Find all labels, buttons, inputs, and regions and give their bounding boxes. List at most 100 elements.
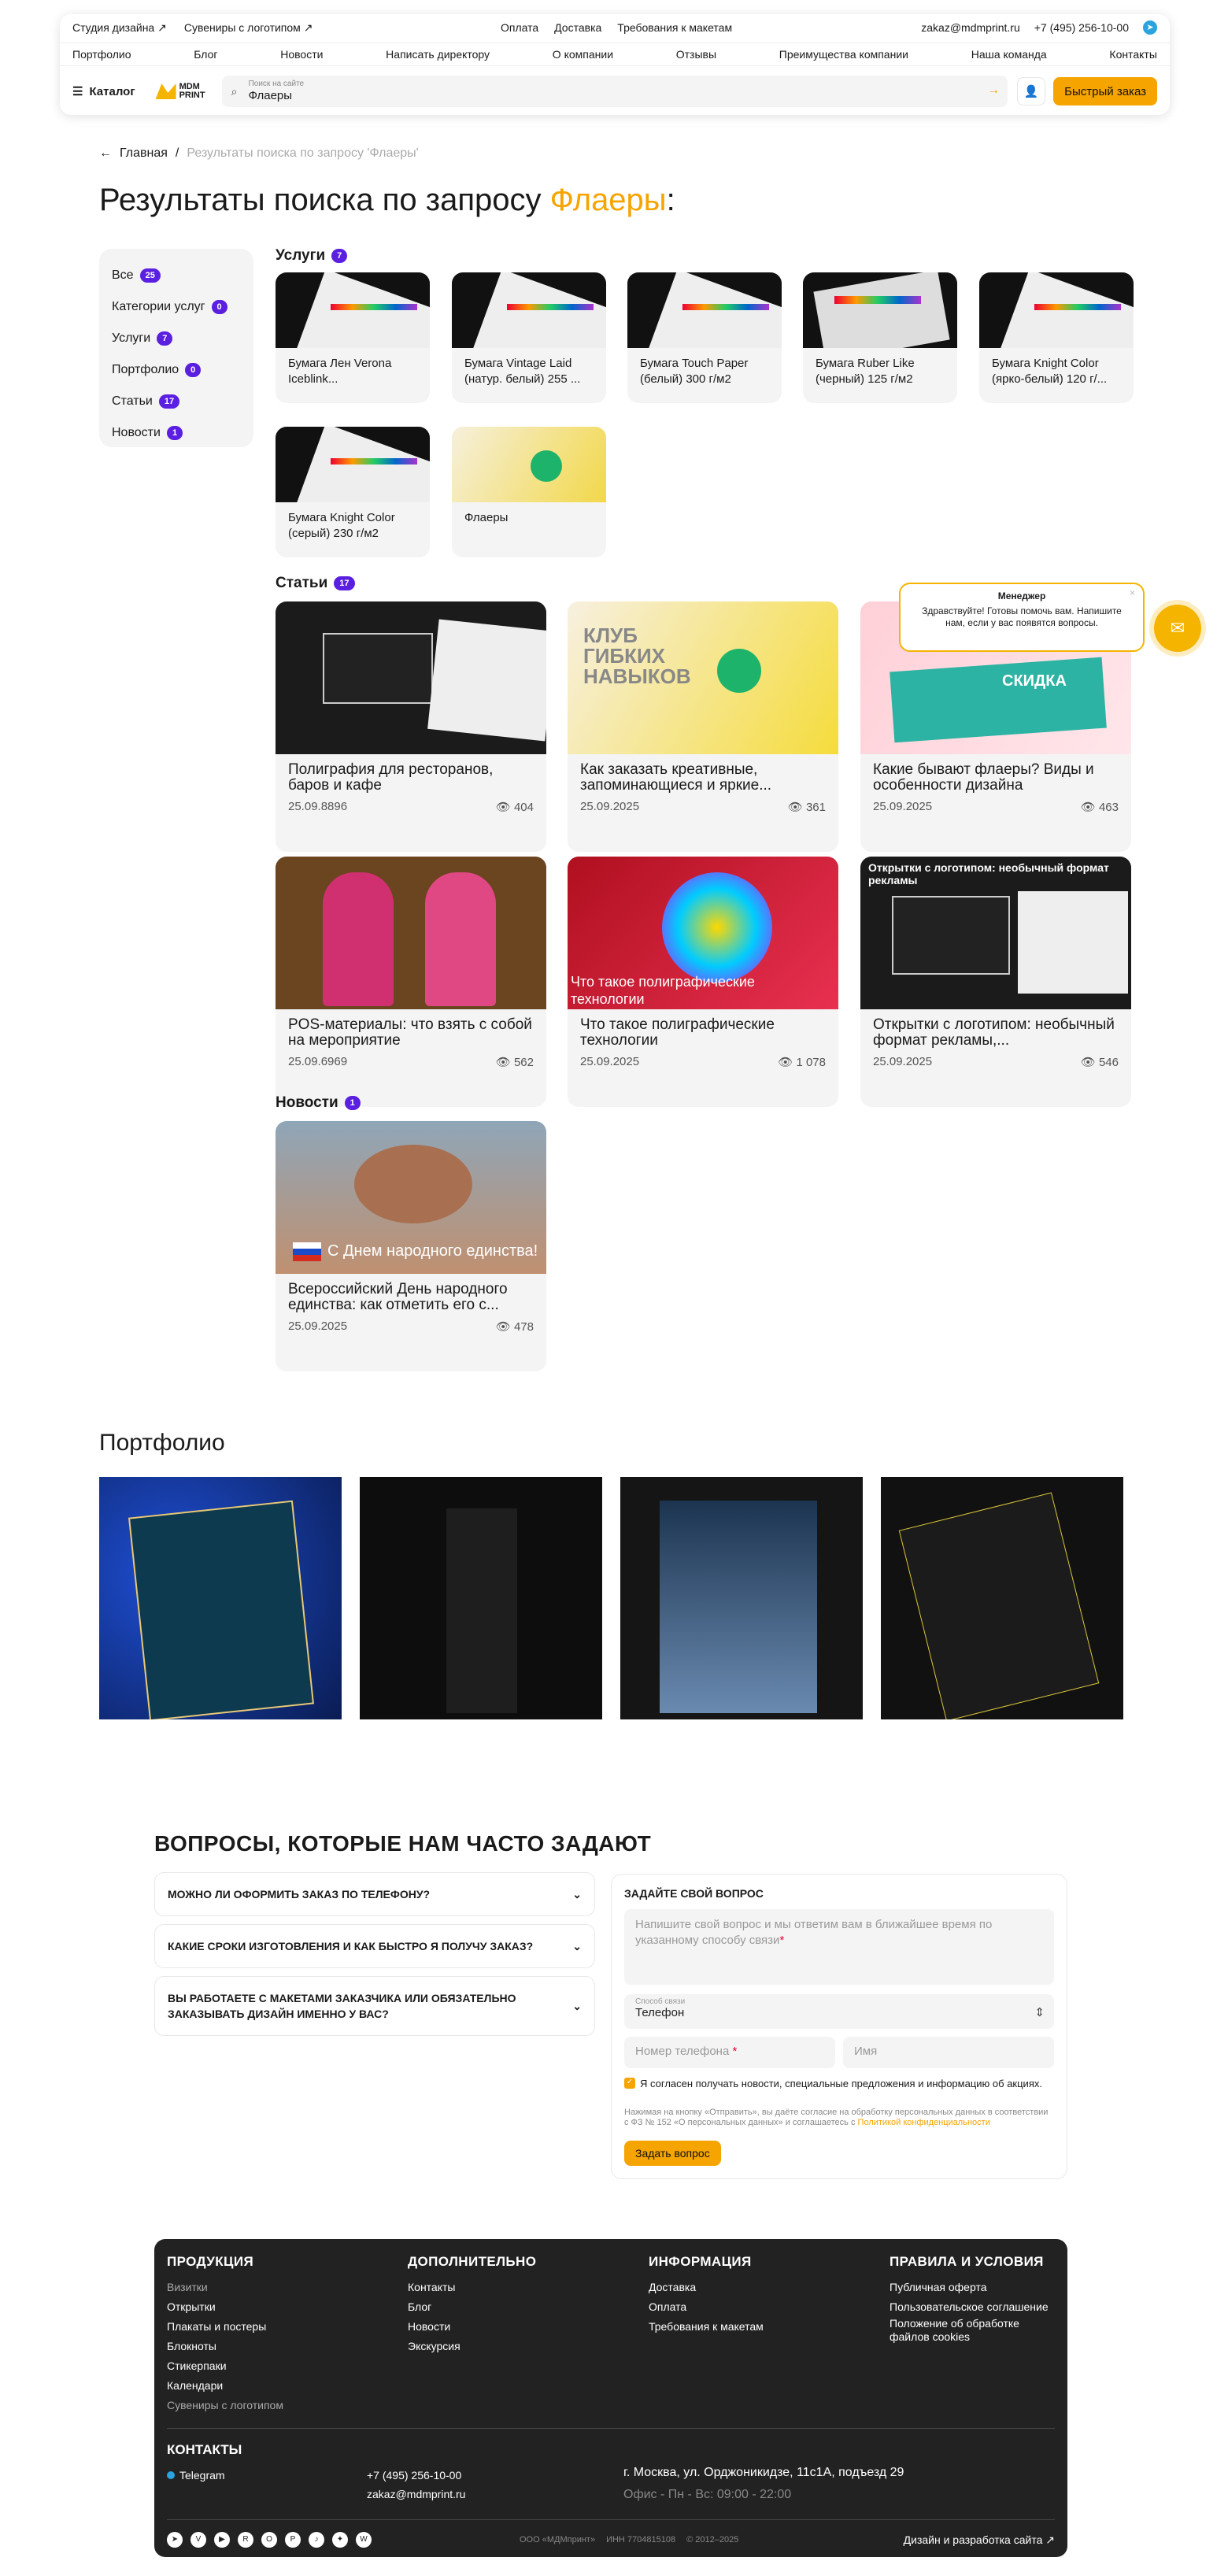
article-card[interactable]: КЛУБ ГИБКИХ НАВЫКОВ Как заказать креатив… bbox=[568, 601, 838, 852]
footer-link[interactable]: Стикерпаки bbox=[167, 2356, 283, 2376]
ok-icon[interactable]: O bbox=[261, 2532, 277, 2548]
article-views: 404 bbox=[513, 801, 534, 814]
service-card[interactable]: Бумага Knight Color (ярко-белый) 120 г/.… bbox=[979, 272, 1134, 403]
nav-advantages[interactable]: Преимущества компании bbox=[779, 48, 908, 61]
service-card[interactable]: Бумага Touch Paper (белый) 300 г/м2 bbox=[627, 272, 782, 403]
youtube-icon[interactable]: ▶ bbox=[214, 2532, 230, 2548]
service-card[interactable]: Бумага Vintage Laid (натур. белый) 255 .… bbox=[452, 272, 606, 403]
nav-blog[interactable]: Блог bbox=[194, 48, 217, 61]
nav-reviews[interactable]: Отзывы bbox=[676, 48, 716, 61]
telegram-icon[interactable]: ➤ bbox=[1143, 20, 1157, 35]
footer-link[interactable]: Сувениры с логотипом bbox=[167, 2396, 283, 2415]
quick-order-button[interactable]: Быстрый заказ bbox=[1053, 77, 1157, 105]
question-textarea[interactable]: Напишите свой вопрос и мы ответим вам в … bbox=[624, 1909, 1054, 1985]
footer-telegram[interactable]: Telegram bbox=[167, 2469, 225, 2482]
count-badge: 25 bbox=[139, 268, 161, 283]
service-card[interactable]: Бумага Knight Color (серый) 230 г/м2 bbox=[276, 427, 430, 557]
user-icon[interactable]: 👤 bbox=[1017, 77, 1046, 105]
nav-about[interactable]: О компании bbox=[553, 48, 613, 61]
service-card[interactable]: Бумага Лен Verona Iceblink... bbox=[276, 272, 430, 403]
faq-item[interactable]: МОЖНО ЛИ ОФОРМИТЬ ЗАКАЗ ПО ТЕЛЕФОНУ? ⌄ bbox=[154, 1872, 595, 1916]
header-phone[interactable]: +7 (495) 256-10-00 bbox=[1034, 21, 1129, 34]
pinterest-icon[interactable]: P bbox=[285, 2532, 301, 2548]
chat-icon[interactable]: ✉ bbox=[1154, 605, 1201, 652]
arrow-left-icon[interactable]: ← bbox=[99, 146, 112, 161]
footer-link[interactable]: Открытки bbox=[167, 2297, 283, 2317]
dzen-icon[interactable]: ✦ bbox=[332, 2532, 348, 2548]
contact-method-select[interactable]: Способ связи Телефон ⇕ bbox=[624, 1994, 1054, 2029]
nav-portfolio[interactable]: Портфолио bbox=[72, 48, 131, 61]
submit-button[interactable]: Задать вопрос bbox=[624, 2141, 721, 2166]
footer-link[interactable]: Новости bbox=[408, 2317, 536, 2337]
close-icon[interactable]: × bbox=[1130, 587, 1135, 599]
article-card[interactable]: Что такое полиграфические технологии Что… bbox=[568, 857, 838, 1107]
filter-services[interactable]: Услуги 7 bbox=[112, 323, 241, 354]
filter-all[interactable]: Все 25 bbox=[112, 260, 241, 291]
rutube-icon[interactable]: R bbox=[238, 2532, 253, 2548]
footer-link[interactable]: Календари bbox=[167, 2376, 283, 2396]
catalog-label: Каталог bbox=[89, 84, 135, 98]
tiktok-icon[interactable]: ♪ bbox=[309, 2532, 324, 2548]
portfolio-item[interactable] bbox=[881, 1477, 1123, 1719]
footer-link[interactable]: Доставка bbox=[649, 2278, 764, 2297]
logo[interactable]: MDM PRINT bbox=[155, 83, 206, 100]
privacy-link[interactable]: Политикой конфиденциальности bbox=[858, 2118, 990, 2127]
footer-link[interactable]: Плакаты и постеры bbox=[167, 2317, 283, 2337]
design-studio-link[interactable]: Студия дизайна ↗ bbox=[72, 21, 167, 35]
footer-link[interactable]: Пользовательское соглашение bbox=[890, 2297, 1055, 2317]
article-card[interactable]: Полиграфия для ресторанов, баров и кафе … bbox=[276, 601, 546, 852]
footer-link[interactable]: Оплата bbox=[649, 2297, 764, 2317]
developer-link[interactable]: Дизайн и разработка сайта ↗ bbox=[904, 2533, 1055, 2547]
portfolio-item[interactable] bbox=[99, 1477, 342, 1719]
filter-categories[interactable]: Категории услуг 0 bbox=[112, 291, 241, 323]
name-input[interactable]: Имя bbox=[843, 2037, 1054, 2068]
nav-contacts[interactable]: Контакты bbox=[1109, 48, 1156, 61]
telegram-icon[interactable]: ➤ bbox=[167, 2532, 183, 2548]
consent-checkbox[interactable]: ✓ bbox=[624, 2078, 635, 2089]
eye-icon: 👁 bbox=[495, 1320, 514, 1334]
nav-director[interactable]: Написать директору bbox=[386, 48, 490, 61]
portfolio-item[interactable] bbox=[360, 1477, 602, 1719]
copyright: © 2012–2025 bbox=[686, 2535, 739, 2545]
portfolio-item[interactable] bbox=[620, 1477, 863, 1719]
filter-news[interactable]: Новости 1 bbox=[112, 417, 241, 449]
footer-link[interactable]: Блокноты bbox=[167, 2337, 283, 2356]
footer-link[interactable]: Положение об обработке файлов cookies bbox=[890, 2317, 1055, 2344]
phone-input[interactable]: Номер телефона * bbox=[624, 2037, 835, 2068]
header-email[interactable]: zakaz@mdmprint.ru bbox=[921, 21, 1019, 34]
service-card[interactable]: Флаеры bbox=[452, 427, 606, 557]
requirements-link[interactable]: Требования к макетам bbox=[617, 21, 732, 34]
delivery-link[interactable]: Доставка bbox=[554, 21, 601, 34]
news-views: 478 bbox=[513, 1320, 534, 1334]
chat-bubble[interactable]: Менеджер Здравствуйте! Готовы помочь вам… bbox=[899, 583, 1145, 652]
footer-link[interactable]: Требования к макетам bbox=[649, 2317, 764, 2337]
breadcrumb-home[interactable]: Главная bbox=[120, 146, 168, 161]
footer-link[interactable]: Контакты bbox=[408, 2278, 536, 2297]
souvenirs-link[interactable]: Сувениры с логотипом ↗ bbox=[184, 21, 313, 35]
catalog-button[interactable]: ☰ Каталог bbox=[72, 84, 135, 99]
faq-item[interactable]: КАКИЕ СРОКИ ИЗГОТОВЛЕНИЯ И КАК БЫСТРО Я … bbox=[154, 1924, 595, 1968]
article-card[interactable]: Открытки с логотипом: необычный формат р… bbox=[860, 857, 1131, 1107]
legal-text: Нажимая на кнопку «Отправить», вы даёте … bbox=[624, 2108, 1054, 2128]
article-card[interactable]: POS-материалы: что взять с собой на меро… bbox=[276, 857, 546, 1107]
footer-link[interactable]: Публичная оферта bbox=[890, 2278, 1055, 2297]
news-card[interactable]: С Днем народного единства! Всероссийский… bbox=[276, 1121, 546, 1371]
footer-email[interactable]: zakaz@mdmprint.ru bbox=[367, 2488, 465, 2500]
footer-link[interactable]: Визитки bbox=[167, 2278, 283, 2297]
nav-team[interactable]: Наша команда bbox=[971, 48, 1047, 61]
footer-phone[interactable]: +7 (495) 256-10-00 bbox=[367, 2469, 461, 2482]
article-title: Как заказать креативные, запоминающиеся … bbox=[580, 761, 772, 794]
footer-link[interactable]: Блог bbox=[408, 2297, 536, 2317]
filter-articles[interactable]: Статьи 17 bbox=[112, 386, 241, 417]
filter-portfolio[interactable]: Портфолио 0 bbox=[112, 354, 241, 386]
footer-col-info: ИНФОРМАЦИЯ Доставка Оплата Требования к ма… bbox=[649, 2252, 764, 2337]
whatsapp-icon[interactable]: W bbox=[356, 2532, 372, 2548]
arrow-right-icon[interactable]: → bbox=[987, 83, 1000, 98]
vk-icon[interactable]: V bbox=[190, 2532, 206, 2548]
service-card[interactable]: Бумага Ruber Like (черный) 125 г/м2 bbox=[803, 272, 957, 403]
payment-link[interactable]: Оплата bbox=[501, 21, 538, 34]
footer-link[interactable]: Экскурсия bbox=[408, 2337, 536, 2356]
search-input[interactable]: ⌕ Поиск на сайте Флаеры → bbox=[221, 76, 1008, 107]
nav-news[interactable]: Новости bbox=[280, 48, 323, 61]
faq-item[interactable]: ВЫ РАБОТАЕТЕ С МАКЕТАМИ ЗАКАЗЧИКА ИЛИ ОБ… bbox=[154, 1976, 595, 2036]
